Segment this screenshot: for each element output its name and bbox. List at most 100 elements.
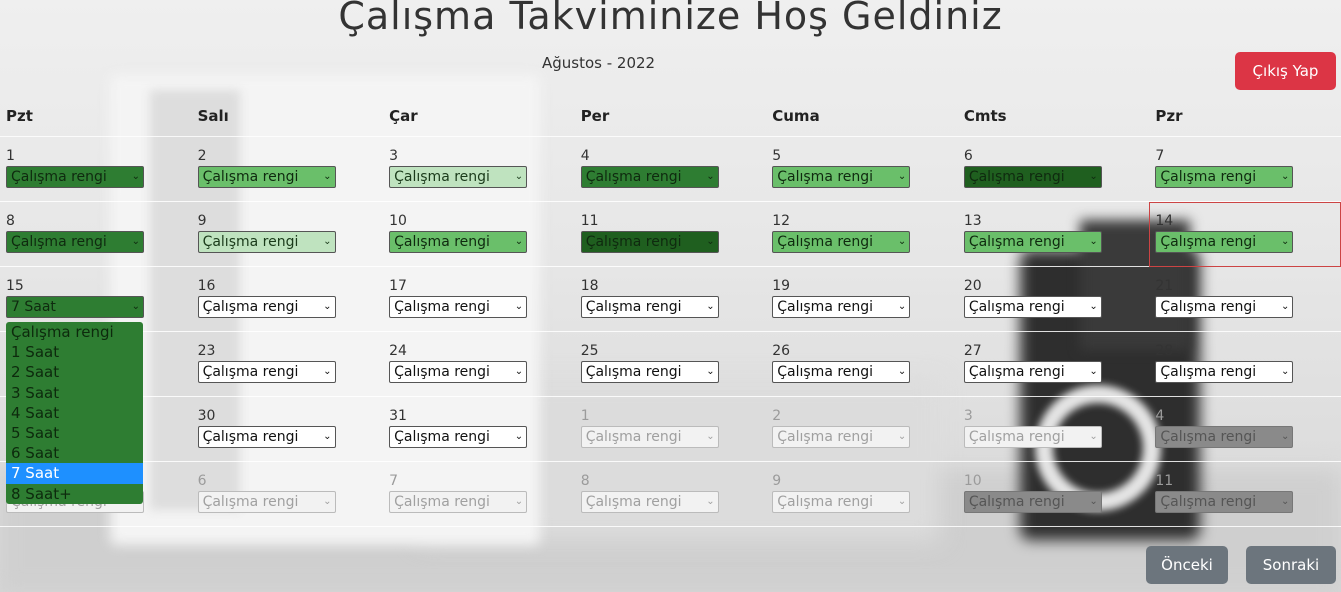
calendar-day-cell: 18 Çalışma rengi ⌄ [574, 266, 767, 332]
work-color-select[interactable]: Çalışma rengi ⌄ [580, 426, 719, 448]
weekday-header: Pzr [1149, 96, 1341, 137]
day-number: 17 [389, 278, 407, 294]
logout-button[interactable]: Çıkış Yap [1235, 52, 1336, 90]
day-number: 5 [772, 148, 782, 164]
day-number: 4 [1155, 408, 1165, 424]
select-value: Çalışma rengi [394, 234, 490, 250]
chevron-down-icon: ⌄ [1089, 236, 1098, 247]
work-color-select[interactable]: Çalışma rengi ⌄ [580, 231, 719, 253]
work-color-select[interactable]: Çalışma rengi ⌄ [772, 361, 911, 383]
dropdown-option[interactable]: 5 Saat [6, 423, 143, 443]
calendar-day-cell: 8 Çalışma rengi ⌄ [574, 461, 767, 527]
day-number: 10 [389, 213, 407, 229]
day-number: 23 [197, 343, 216, 359]
chevron-down-icon: ⌄ [514, 301, 524, 312]
work-color-select[interactable]: Çalışma rengi ⌄ [772, 166, 911, 188]
previous-month-button[interactable]: Önceki [1146, 546, 1228, 584]
work-color-select[interactable]: Çalışma rengi ⌄ [389, 296, 528, 318]
select-value: Çalışma rengi [1160, 234, 1257, 250]
chevron-down-icon: ⌄ [706, 236, 715, 247]
work-color-select[interactable]: Çalışma rengi ⌄ [1155, 426, 1294, 448]
work-color-select[interactable]: Çalışma rengi ⌄ [389, 491, 528, 513]
select-value: Çalışma rengi [202, 169, 299, 185]
work-color-select[interactable]: Çalışma rengi ⌄ [389, 426, 528, 448]
dropdown-option[interactable]: 3 Saat [6, 383, 143, 403]
dropdown-option[interactable]: Çalışma rengi [6, 322, 143, 342]
work-color-select[interactable]: Çalışma rengi ⌄ [963, 166, 1102, 188]
chevron-down-icon: ⌄ [897, 171, 907, 182]
work-color-select[interactable]: Çalışma rengi ⌄ [772, 231, 911, 253]
calendar-day-cell: 4 Çalışma rengi ⌄ [1149, 396, 1341, 462]
hours-dropdown-list[interactable]: Çalışma rengi 1 Saat 2 Saat 3 Saat 4 Saat 5 S… [6, 322, 143, 504]
dropdown-option[interactable]: 6 Saat [6, 443, 143, 463]
chevron-down-icon: ⌄ [514, 366, 524, 377]
chevron-down-icon: ⌄ [897, 301, 907, 312]
work-color-select[interactable]: Çalışma rengi ⌄ [1155, 231, 1294, 253]
calendar-week-row: 15 7 Saat ⌄ 16 Çalışma rengi ⌄ 17 Çalışma rengi… [0, 266, 1341, 332]
work-color-select[interactable]: Çalışma rengi ⌄ [389, 166, 528, 188]
work-color-select[interactable]: Çalışma rengi ⌄ [772, 296, 911, 318]
work-color-select[interactable]: Çalışma rengi ⌄ [580, 491, 719, 513]
day-number: 16 [197, 278, 216, 294]
dropdown-option[interactable]: 1 Saat [6, 342, 143, 362]
work-color-select[interactable]: Çalışma rengi ⌄ [197, 361, 336, 383]
weekday-header: Çar [383, 96, 575, 137]
select-value: Çalışma rengi [1160, 299, 1257, 315]
select-value: Çalışma rengi [11, 169, 107, 185]
calendar-week-row: 8 Çalışma rengi ⌄ 9 Çalışma rengi ⌄ 10 Çalışma … [0, 201, 1341, 267]
work-color-select[interactable]: Çalışma rengi ⌄ [6, 166, 144, 188]
work-color-select[interactable]: Çalışma rengi ⌄ [580, 296, 719, 318]
work-color-select[interactable]: Çalışma rengi ⌄ [772, 426, 911, 448]
work-color-select[interactable]: Çalışma rengi ⌄ [1155, 166, 1294, 188]
next-month-button[interactable]: Sonraki [1246, 546, 1336, 584]
work-color-select[interactable]: Çalışma rengi ⌄ [963, 361, 1102, 383]
select-value: Çalışma rengi [777, 494, 874, 510]
calendar-day-cell: 7 Çalışma rengi ⌄ [1149, 136, 1341, 202]
calendar-day-cell: 11 Çalışma rengi ⌄ [574, 201, 767, 267]
calendar-day-cell: 3 Çalışma rengi ⌄ [957, 396, 1150, 462]
work-color-select[interactable]: Çalışma rengi ⌄ [197, 231, 336, 253]
dropdown-option[interactable]: 2 Saat [6, 362, 143, 382]
calendar-day-cell: 10 Çalışma rengi ⌄ [383, 201, 575, 267]
chevron-down-icon: ⌄ [1280, 301, 1290, 312]
work-color-select[interactable]: Çalışma rengi ⌄ [580, 361, 719, 383]
work-color-select[interactable]: Çalışma rengi ⌄ [580, 166, 719, 188]
work-color-select[interactable]: Çalışma rengi ⌄ [389, 231, 528, 253]
day-number: 12 [772, 213, 791, 229]
dropdown-option[interactable]: 4 Saat [6, 403, 143, 423]
day-number: 11 [1155, 473, 1174, 489]
work-color-select[interactable]: Çalışma rengi ⌄ [1155, 491, 1294, 513]
work-color-select[interactable]: Çalışma rengi ⌄ [963, 296, 1102, 318]
work-color-select[interactable]: Çalışma rengi ⌄ [1155, 296, 1294, 318]
select-value: Çalışma rengi [777, 299, 874, 315]
work-color-select[interactable]: Çalışma rengi ⌄ [197, 296, 336, 318]
day-number: 28 [1155, 343, 1174, 359]
calendar-day-cell: 23 Çalışma rengi ⌄ [191, 331, 384, 397]
work-color-select[interactable]: Çalışma rengi ⌄ [197, 491, 336, 513]
calendar-day-cell: 4 Çalışma rengi ⌄ [574, 136, 767, 202]
select-value: Çalışma rengi [394, 364, 490, 380]
day-number: 7 [389, 473, 399, 489]
select-value: Çalışma rengi [394, 429, 490, 445]
work-color-select[interactable]: Çalışma rengi ⌄ [197, 166, 336, 188]
dropdown-option[interactable]: 8 Saat+ [6, 484, 143, 504]
select-value: Çalışma rengi [11, 234, 107, 250]
select-value: Çalışma rengi [968, 429, 1065, 445]
select-value: Çalışma rengi [777, 169, 874, 185]
work-color-select[interactable]: Çalışma rengi ⌄ [772, 491, 911, 513]
weekday-header: Cmts [957, 96, 1150, 137]
day-number: 14 [1155, 213, 1174, 229]
work-color-select[interactable]: 7 Saat ⌄ [6, 296, 144, 318]
select-value: Çalışma rengi [585, 364, 682, 380]
work-color-select[interactable]: Çalışma rengi ⌄ [6, 231, 144, 253]
dropdown-option[interactable]: 7 Saat [6, 463, 143, 484]
work-color-select[interactable]: Çalışma rengi ⌄ [963, 426, 1102, 448]
day-number: 6 [963, 148, 973, 164]
work-color-select[interactable]: Çalışma rengi ⌄ [963, 231, 1102, 253]
work-color-select[interactable]: Çalışma rengi ⌄ [197, 426, 336, 448]
work-color-select[interactable]: Çalışma rengi ⌄ [963, 491, 1102, 513]
work-color-select[interactable]: Çalışma rengi ⌄ [1155, 361, 1294, 383]
work-color-select[interactable]: Çalışma rengi ⌄ [389, 361, 528, 383]
select-value: 7 Saat [11, 299, 56, 315]
calendar-day-cell: 28 Çalışma rengi ⌄ [1149, 331, 1341, 397]
